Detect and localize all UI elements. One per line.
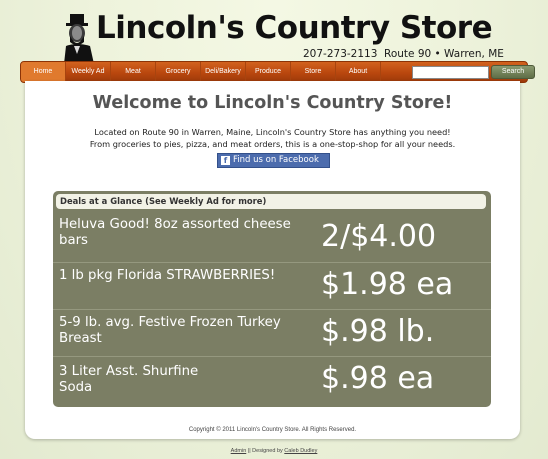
phone-number: 207-273-2113 xyxy=(303,48,378,60)
search-input[interactable] xyxy=(412,66,489,79)
deals-panel: Deals at a Glance (See Weekly Ad for mor… xyxy=(53,191,491,407)
deals-heading: Deals at a Glance (See Weekly Ad for mor… xyxy=(56,194,486,209)
site-credits: Admin || Designed by Caleb Dudley xyxy=(0,448,548,454)
deal-description: 3 Liter Asst. Shurfine Soda xyxy=(59,364,199,395)
deal-row: 5-9 lb. avg. Festive Frozen Turkey Breas… xyxy=(53,310,491,357)
intro-text: Located on Route 90 in Warren, Maine, Li… xyxy=(45,126,500,150)
intro-line-1: Located on Route 90 in Warren, Maine, Li… xyxy=(94,127,451,137)
main-content: Welcome to Lincoln's Country Store! Loca… xyxy=(25,81,520,439)
deal-row: 3 Liter Asst. Shurfine Soda $.98 ea xyxy=(53,357,491,405)
deal-price: $.98 ea xyxy=(321,361,435,396)
facebook-icon: f xyxy=(221,156,230,165)
nav-grocery[interactable]: Grocery xyxy=(156,62,201,82)
deal-price: $.98 lb. xyxy=(321,314,435,349)
search-button[interactable]: Search xyxy=(491,65,535,79)
deal-row: 1 lb pkg Florida STRAWBERRIES! $1.98 ea xyxy=(53,263,491,310)
deal-description: 1 lb pkg Florida STRAWBERRIES! xyxy=(59,268,276,283)
nav-produce[interactable]: Produce xyxy=(246,62,291,82)
main-nav: Home Weekly Ad Meat Grocery Deli/Bakery … xyxy=(20,61,535,83)
lincoln-portrait-icon xyxy=(64,14,94,64)
facebook-label: Find us on Facebook xyxy=(233,155,319,165)
deal-row: Heluva Good! 8oz assorted cheese bars 2/… xyxy=(53,212,491,263)
admin-link[interactable]: Admin xyxy=(231,448,247,454)
nav-deli-bakery[interactable]: Deli/Bakery xyxy=(201,62,246,82)
facebook-button[interactable]: f Find us on Facebook xyxy=(217,153,330,168)
nav-weekly-ad[interactable]: Weekly Ad xyxy=(66,62,111,82)
site-logo-text[interactable]: Lincoln's Country Store xyxy=(96,10,493,46)
designed-by-text: || Designed by xyxy=(246,448,285,454)
designer-link[interactable]: Caleb Dudley xyxy=(284,448,317,454)
site-header: Lincoln's Country Store 207-273-2113 Rou… xyxy=(0,0,548,66)
deal-price: 2/$4.00 xyxy=(321,219,437,254)
nav-about[interactable]: About xyxy=(336,62,381,82)
copyright-text: Copyright © 2011 Lincoln's Country Store… xyxy=(188,427,357,433)
page-title: Welcome to Lincoln's Country Store! xyxy=(92,93,453,113)
nav-home[interactable]: Home xyxy=(21,62,66,82)
intro-line-2: From groceries to pies, pizza, and meat … xyxy=(89,139,456,149)
store-address: Route 90 • Warren, ME xyxy=(384,48,504,60)
deal-price: $1.98 ea xyxy=(321,267,454,302)
nav-store[interactable]: Store xyxy=(291,62,336,82)
deal-description: 5-9 lb. avg. Festive Frozen Turkey Breas… xyxy=(59,315,281,346)
deal-description: Heluva Good! 8oz assorted cheese bars xyxy=(59,217,291,248)
nav-meat[interactable]: Meat xyxy=(111,62,156,82)
